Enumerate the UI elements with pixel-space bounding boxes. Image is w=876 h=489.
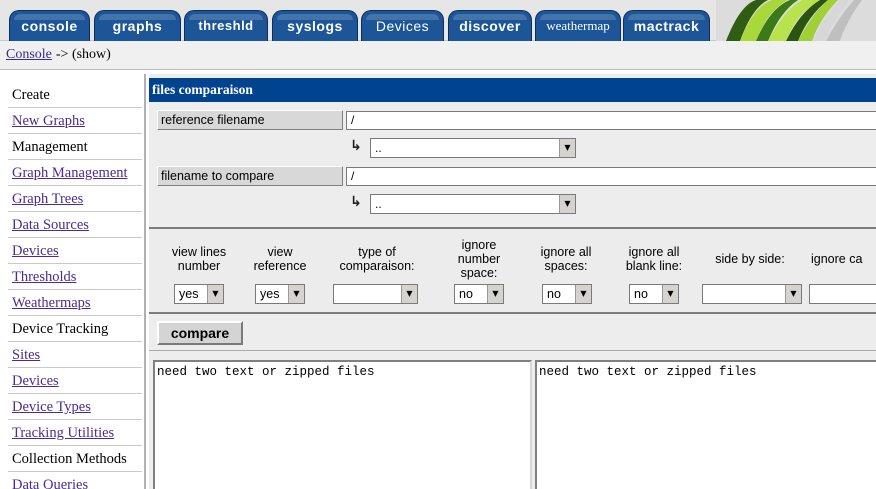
chevron-down-icon: ▼ xyxy=(559,139,575,157)
sidebar-menu: Create New Graphs Management Graph Manag… xyxy=(0,74,146,489)
tab-weathermap[interactable]: weathermap xyxy=(535,10,621,41)
tab-threshld[interactable]: threshld xyxy=(184,10,268,41)
chevron-down-icon: ▼ xyxy=(401,285,417,303)
compare-path-input[interactable]: / xyxy=(346,167,876,186)
comparison-options: view lines number view reference type of… xyxy=(149,227,876,314)
tab-syslogs[interactable]: syslogs xyxy=(272,10,358,41)
view-lines-number-value: yes xyxy=(179,287,199,301)
option-label-ignore-case: ignore ca xyxy=(811,252,863,266)
comparison-type-select[interactable]: ▼ xyxy=(333,284,418,304)
section-title: files comparaison xyxy=(149,78,876,102)
chevron-down-icon: ▼ xyxy=(559,195,575,213)
option-label-ignore-number-space: ignore number space: xyxy=(457,238,501,280)
compared-file-pane[interactable]: need two text or zipped files xyxy=(535,360,876,489)
compare-filename-button[interactable]: filename to compare xyxy=(157,166,343,186)
chevron-down-icon: ▼ xyxy=(662,285,678,303)
sidebar-item-data-sources[interactable]: Data Sources xyxy=(8,212,142,238)
option-label-view-reference: view reference xyxy=(253,245,307,273)
sidebar-heading-create: Create xyxy=(8,82,142,108)
compare-dir-select[interactable]: .. ▼ xyxy=(370,194,576,214)
sidebar-item-graph-trees[interactable]: Graph Trees xyxy=(8,186,142,212)
tab-devices[interactable]: Devices xyxy=(361,10,444,41)
sidebar-item-devices[interactable]: Devices xyxy=(8,238,142,264)
sidebar-heading-management: Management xyxy=(8,134,142,160)
sidebar-item-data-queries[interactable]: Data Queries xyxy=(8,472,142,489)
ignore-blank-line-value: no xyxy=(634,287,648,301)
option-label-ignore-all-spaces: ignore all spaces: xyxy=(540,245,592,273)
tab-mactrack[interactable]: mactrack xyxy=(623,10,710,41)
sidebar-heading-collection-methods: Collection Methods xyxy=(8,446,142,472)
decorative-banner-image xyxy=(716,0,876,41)
sidebar-item-graph-management[interactable]: Graph Management xyxy=(8,160,142,186)
compare-button[interactable]: compare xyxy=(157,321,243,345)
view-reference-select[interactable]: yes ▼ xyxy=(255,284,305,304)
sidebar-item-tracking-utilities[interactable]: Tracking Utilities xyxy=(8,420,142,446)
chevron-down-icon: ▼ xyxy=(575,285,591,303)
tab-discover[interactable]: discover xyxy=(448,10,532,41)
tab-console[interactable]: console xyxy=(9,10,90,41)
divider xyxy=(149,350,876,351)
top-tab-bar: console graphs threshld syslogs Devices … xyxy=(0,0,876,41)
breadcrumb-current: -> (show) xyxy=(55,47,111,62)
breadcrumb-console-link[interactable]: Console xyxy=(6,47,52,62)
breadcrumb: Console -> (show) xyxy=(0,41,876,70)
sidebar-item-sites[interactable]: Sites xyxy=(8,342,142,368)
reference-path-input[interactable]: / xyxy=(346,111,876,130)
option-label-side-by-side: side by side: xyxy=(715,252,785,266)
chevron-down-icon: ▼ xyxy=(207,285,223,303)
reference-dir-value: .. xyxy=(375,141,382,155)
option-label-type-of-comparaison: type of comparaison: xyxy=(339,245,415,273)
sidebar-item-thresholds[interactable]: Thresholds xyxy=(8,264,142,290)
option-label-ignore-blank-line: ignore all blank line: xyxy=(625,245,683,273)
sidebar-item-tracking-devices[interactable]: Devices xyxy=(8,368,142,394)
chevron-down-icon: ▼ xyxy=(487,285,503,303)
ignore-blank-line-select[interactable]: no ▼ xyxy=(629,284,679,304)
option-label-view-lines-number: view lines number xyxy=(171,245,227,273)
reference-file-pane[interactable]: need two text or zipped files xyxy=(153,360,532,489)
sidebar-item-device-types[interactable]: Device Types xyxy=(8,394,142,420)
tab-graphs[interactable]: graphs xyxy=(94,10,181,41)
return-arrow-icon: ↳ xyxy=(350,194,362,210)
ignore-number-space-value: no xyxy=(459,287,473,301)
ignore-number-space-select[interactable]: no ▼ xyxy=(454,284,504,304)
ignore-case-select[interactable] xyxy=(809,284,876,304)
compare-dir-value: .. xyxy=(375,197,382,211)
reference-filename-button[interactable]: reference filename xyxy=(157,110,343,130)
chevron-down-icon: ▼ xyxy=(785,285,801,303)
main-content: files comparaison reference filename / ↳… xyxy=(149,74,876,489)
ignore-all-spaces-value: no xyxy=(547,287,561,301)
sidebar-heading-device-tracking: Device Tracking xyxy=(8,316,142,342)
view-lines-number-select[interactable]: yes ▼ xyxy=(174,284,224,304)
view-reference-value: yes xyxy=(260,287,280,301)
chevron-down-icon: ▼ xyxy=(288,285,304,303)
sidebar-item-weathermaps[interactable]: Weathermaps xyxy=(8,290,142,316)
reference-dir-select[interactable]: .. ▼ xyxy=(370,138,576,158)
ignore-all-spaces-select[interactable]: no ▼ xyxy=(542,284,592,304)
sidebar-item-new-graphs[interactable]: New Graphs xyxy=(8,108,142,134)
side-by-side-select[interactable]: ▼ xyxy=(702,284,802,304)
return-arrow-icon: ↳ xyxy=(350,138,362,154)
